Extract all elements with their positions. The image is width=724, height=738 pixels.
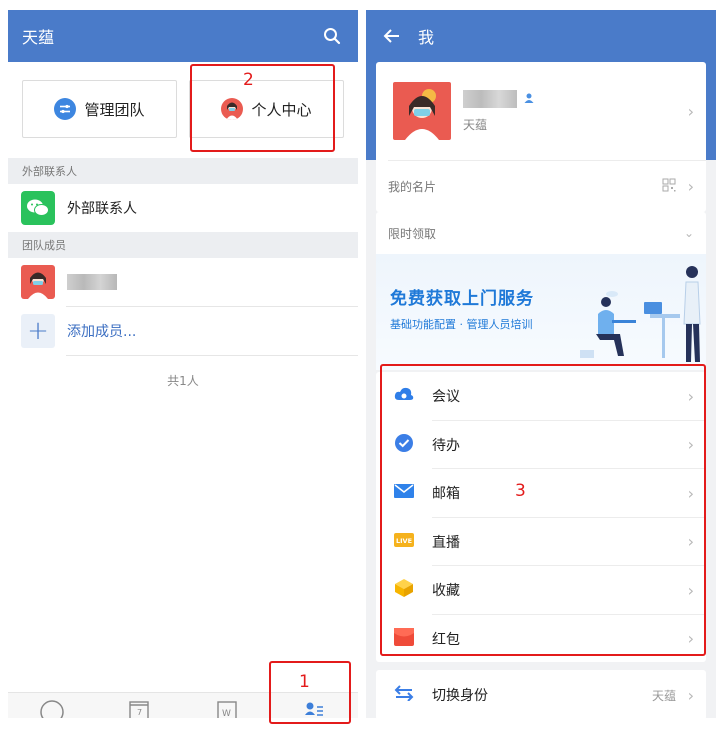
member-count: 共1人 [167, 374, 199, 388]
annotation-box-1 [269, 661, 351, 724]
annotation-number-1: 1 [299, 672, 310, 692]
promo-illustration [580, 266, 701, 362]
manage-team-icon [54, 98, 77, 120]
back-arrow-icon[interactable] [380, 24, 404, 48]
switch-identity-row[interactable]: 切换身份 天蕴 › [376, 670, 706, 718]
page-title: 我 [418, 28, 435, 47]
promo-banner[interactable]: 免费获取上门服务 基础功能配置 · 管理人员培训 [376, 254, 706, 370]
chevron-right-icon: › [687, 101, 694, 121]
promo-head-label: 限时领取 [388, 226, 437, 241]
add-member-label: 添加成员... [67, 324, 137, 340]
promo-subtitle: 基础功能配置 · 管理人员培训 [390, 318, 533, 331]
manage-team-button[interactable]: 管理团队 [22, 80, 177, 138]
chevron-right-icon: › [687, 176, 694, 196]
profile-row[interactable]: 天蕴 › [376, 62, 706, 160]
contacts-header: 天蕴 [8, 10, 358, 62]
annotation-box-2 [190, 64, 335, 152]
manage-team-label: 管理团队 [84, 100, 145, 119]
promo-card: 限时领取 ⌄ 免费获取上门服务 基础功能配置 · 管理人员培训 [376, 212, 706, 370]
chat-icon[interactable] [8, 693, 96, 718]
annotation-number-3: 3 [515, 481, 526, 501]
team-member-row[interactable] [8, 258, 358, 306]
person-icon [523, 89, 535, 108]
namecard-label: 我的名片 [388, 179, 437, 194]
external-contacts-item[interactable]: 外部联系人 [8, 184, 358, 232]
annotation-number-2: 2 [243, 70, 254, 90]
profile-card: 天蕴 › 我的名片 › [376, 62, 706, 212]
external-contacts-label: 外部联系人 [67, 201, 137, 217]
wechat-icon [21, 191, 55, 225]
chevron-right-icon: › [687, 685, 694, 705]
profile-name-blurred [463, 89, 517, 108]
svg-text:7: 7 [137, 708, 142, 717]
switch-identity-label: 切换身份 [432, 688, 488, 704]
promo-title: 免费获取上门服务 [390, 289, 534, 309]
team-members-section: 团队成员 [8, 232, 358, 258]
switch-arrows-icon [394, 685, 414, 705]
avatar [393, 82, 451, 140]
promo-header[interactable]: 限时领取 ⌄ [376, 212, 706, 254]
namecard-row[interactable]: 我的名片 › [376, 161, 706, 211]
external-contacts-section: 外部联系人 [8, 158, 358, 184]
plus-icon: + [21, 314, 55, 348]
avatar [21, 265, 55, 299]
org-title: 天蕴 [22, 28, 55, 47]
calendar-icon[interactable]: 7 [96, 693, 184, 718]
chevron-down-icon: ⌄ [683, 226, 694, 240]
svg-text:W: W [222, 709, 231, 718]
qrcode-icon [662, 178, 676, 195]
search-icon[interactable] [320, 24, 344, 48]
divider [66, 355, 358, 356]
docs-icon[interactable]: W [183, 693, 271, 718]
profile-info: 天蕴 [463, 89, 535, 133]
profile-name-row [463, 89, 535, 108]
member-name-blurred [67, 274, 117, 290]
add-member-button[interactable]: + 添加成员... [8, 307, 358, 355]
annotation-box-3 [380, 364, 706, 656]
me-header: 我 [366, 10, 716, 62]
current-identity: 天蕴 [651, 688, 676, 703]
profile-org: 天蕴 [463, 118, 488, 132]
